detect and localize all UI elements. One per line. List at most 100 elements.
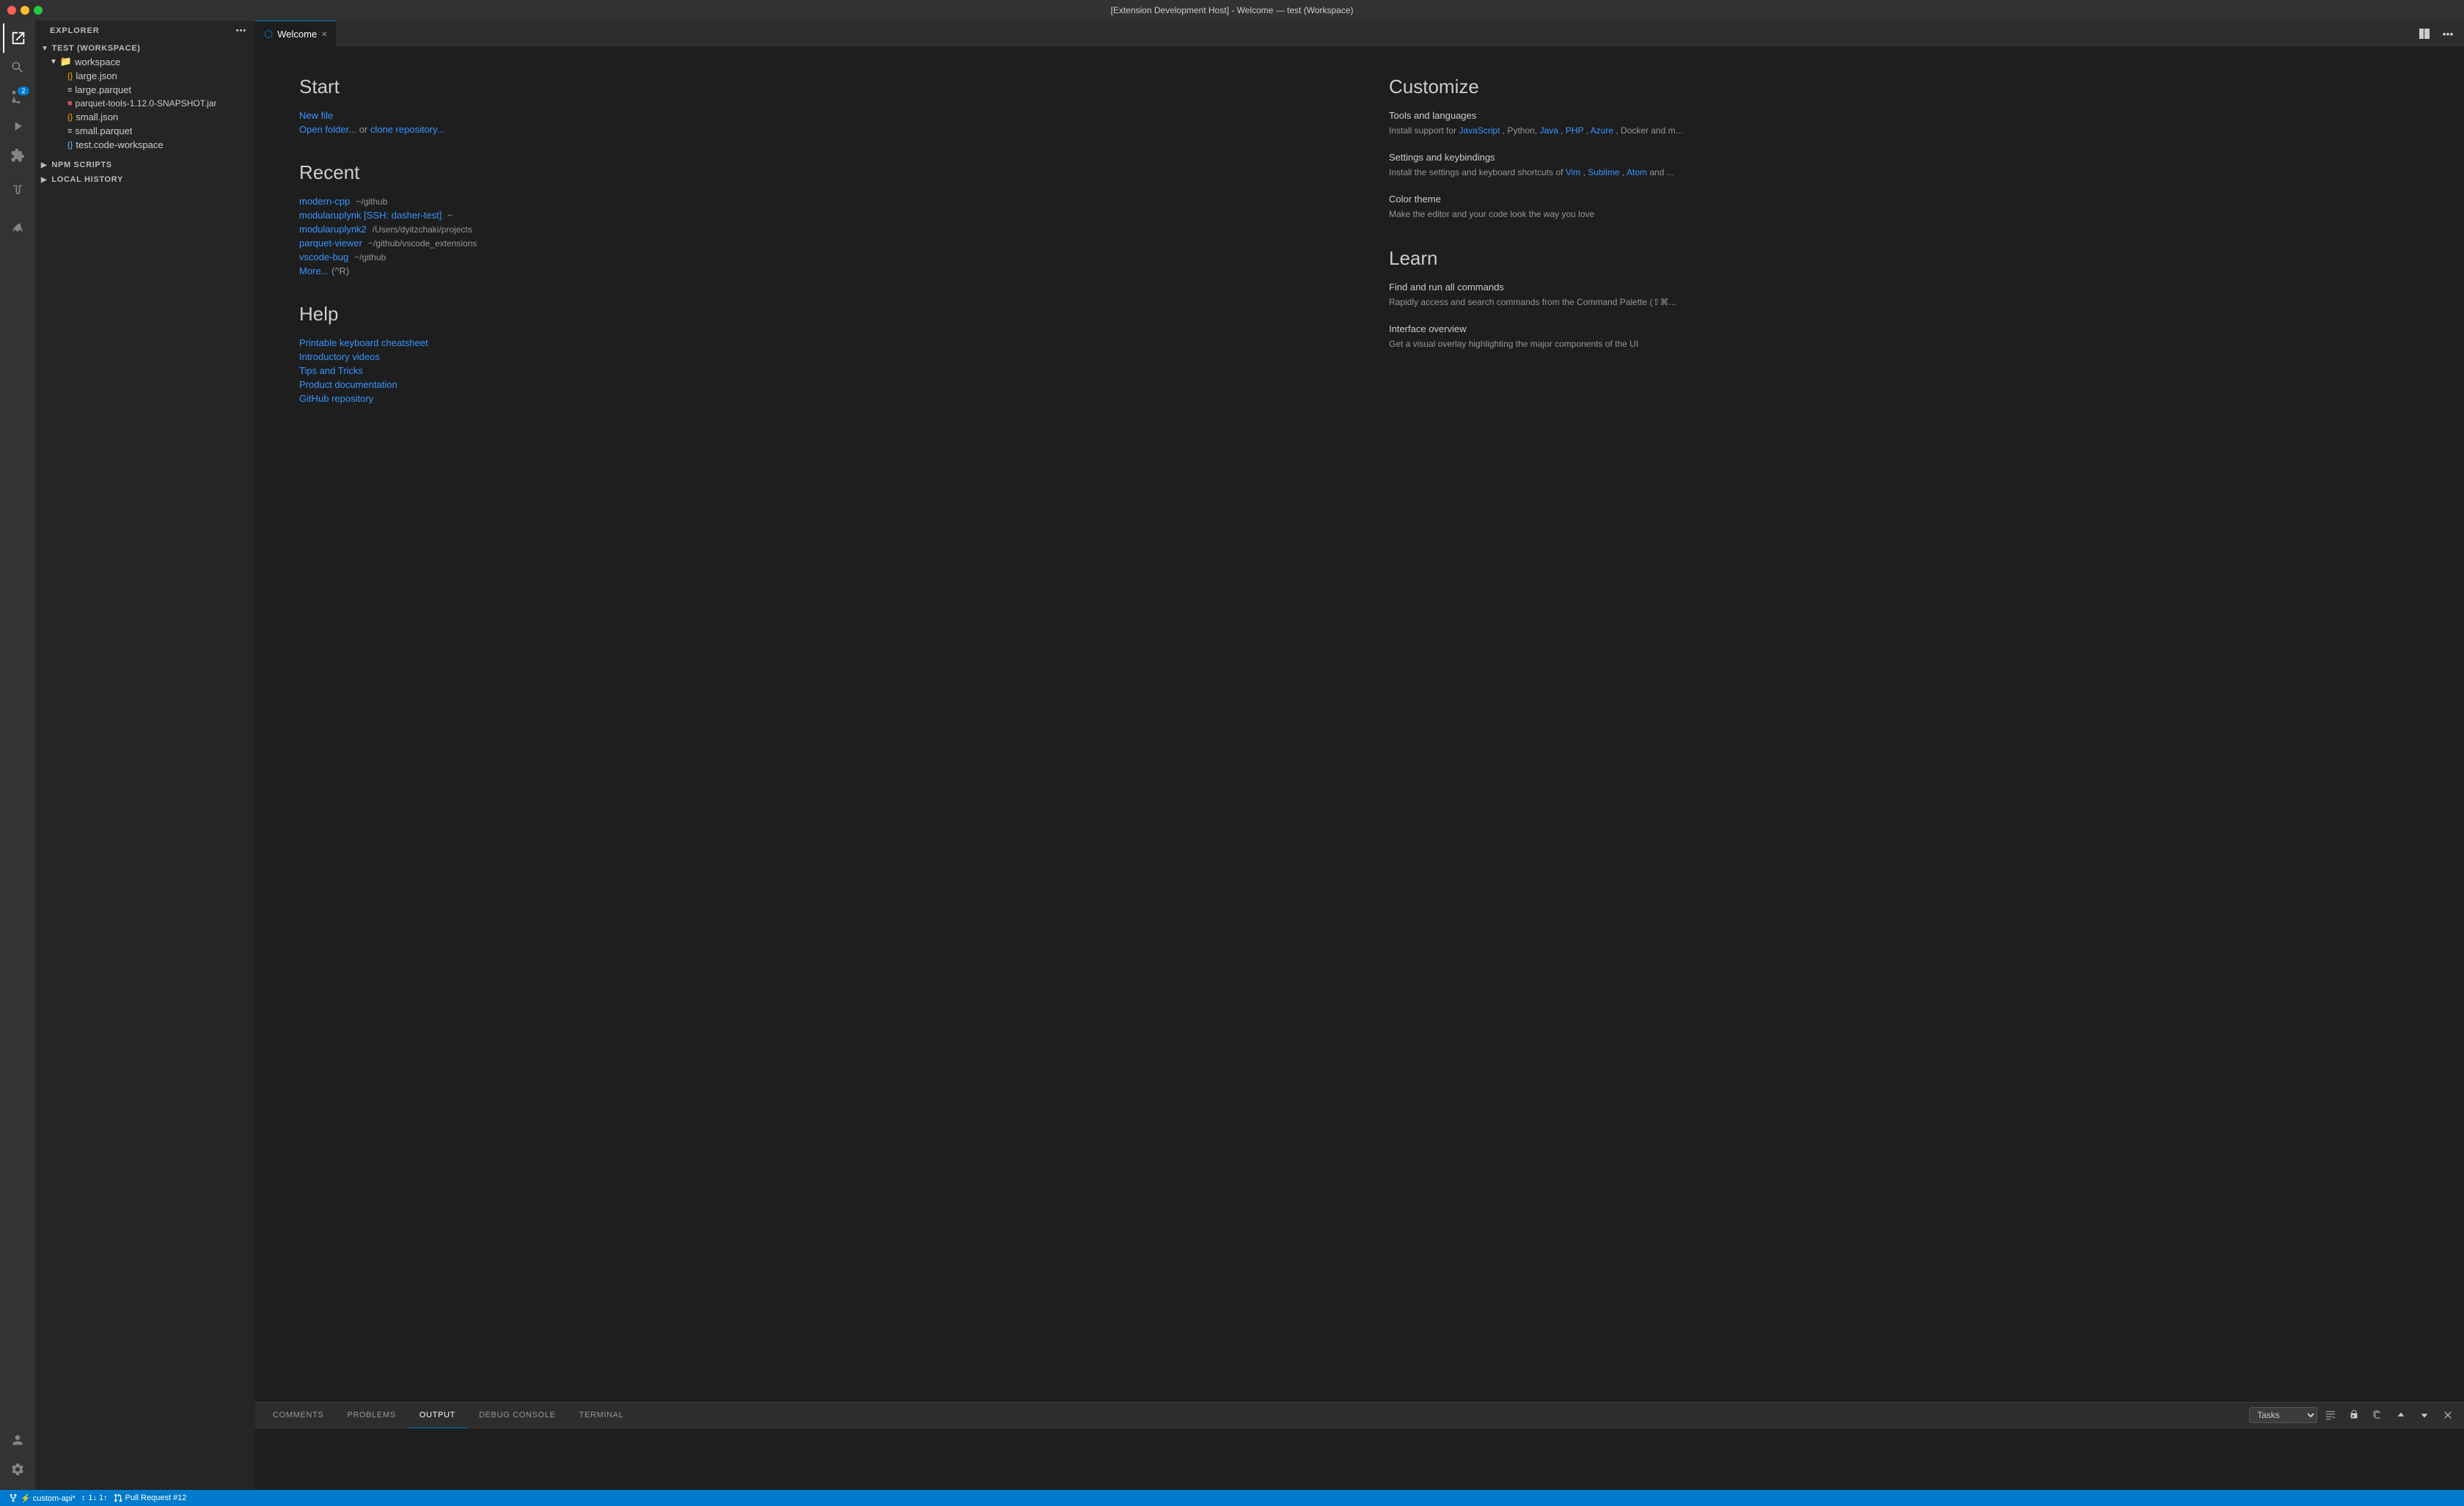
accounts-activity-icon[interactable] xyxy=(3,1425,32,1455)
recent-link-1[interactable]: modularuplynk [SSH: dasher-test] xyxy=(299,210,441,221)
file-large-parquet[interactable]: ≡ large.parquet xyxy=(35,83,255,97)
activity-bar-bottom xyxy=(3,1425,32,1490)
pr-status[interactable]: Pull Request #12 xyxy=(111,1494,190,1502)
npm-scripts-section[interactable]: ▶ NPM SCRIPTS xyxy=(35,158,255,172)
java-link[interactable]: Java xyxy=(1539,125,1558,136)
clone-repo-link[interactable]: clone repository... xyxy=(370,124,445,135)
terminal-tab[interactable]: TERMINAL xyxy=(568,1403,636,1428)
run-activity-icon[interactable] xyxy=(3,111,32,141)
minimize-button[interactable] xyxy=(21,6,29,15)
recent-link-0[interactable]: modern-cpp xyxy=(299,196,350,207)
panel-lock-icon[interactable] xyxy=(2344,1405,2364,1425)
settings-activity-icon[interactable] xyxy=(3,1455,32,1484)
recent-item-3: parquet-viewer ~/github/vscode_extension… xyxy=(299,238,1330,249)
search-activity-icon[interactable] xyxy=(3,53,32,82)
testing-activity-icon[interactable] xyxy=(3,176,32,205)
recent-item-4: vscode-bug ~/github xyxy=(299,251,1330,262)
file-test-workspace[interactable]: {} test.code-workspace xyxy=(35,138,255,152)
panel-lines-icon[interactable] xyxy=(2320,1405,2341,1425)
file-small-json[interactable]: {} small.json xyxy=(35,110,255,124)
workspace-root-label[interactable]: ▼ TEST (WORKSPACE) xyxy=(35,41,255,54)
recent-item-2: modularuplynk2 /Users/dyitzchaki/project… xyxy=(299,224,1330,235)
chevron-down-icon: ▼ xyxy=(41,45,49,53)
interface-overview-title: Interface overview xyxy=(1389,323,2420,334)
panel-copy-icon[interactable] xyxy=(2367,1405,2388,1425)
tips-tricks-link[interactable]: Tips and Tricks xyxy=(299,365,1330,376)
customize-theme: Color theme Make the editor and your cod… xyxy=(1389,194,2420,221)
file-label: parquet-tools-1.12.0-SNAPSHOT.jar xyxy=(76,98,217,109)
debug-console-tab-label: DEBUG CONSOLE xyxy=(479,1411,556,1419)
panel-scroll-up-icon[interactable] xyxy=(2391,1405,2411,1425)
settings-keybindings-title: Settings and keybindings xyxy=(1389,152,2420,163)
panel-source-select[interactable]: Tasks Git Extensions xyxy=(2249,1407,2317,1423)
sidebar-more-icon[interactable]: ••• xyxy=(236,26,246,35)
folder-icon: 📁 xyxy=(60,56,72,67)
file-parquet-tools[interactable]: ■ parquet-tools-1.12.0-SNAPSHOT.jar xyxy=(35,97,255,110)
comments-tab[interactable]: COMMENTS xyxy=(261,1403,335,1428)
file-large-json[interactable]: {} large.json xyxy=(35,69,255,83)
learn-commands: Find and run all commands Rapidly access… xyxy=(1389,282,2420,309)
vim-link[interactable]: Vim xyxy=(1566,167,1580,177)
js-link[interactable]: JavaScript xyxy=(1459,125,1500,136)
pr-label: Pull Request #12 xyxy=(125,1494,187,1502)
tools-languages-title: Tools and languages xyxy=(1389,110,2420,121)
tab-close-icon[interactable]: × xyxy=(321,29,327,39)
problems-tab[interactable]: PROBLEMS xyxy=(335,1403,407,1428)
branch-status[interactable]: ⚡ custom-api* xyxy=(6,1494,78,1503)
recent-link-2[interactable]: modularuplynk2 xyxy=(299,224,367,235)
tab-label: Welcome xyxy=(277,29,317,40)
recent-item-0: modern-cpp ~/github xyxy=(299,196,1330,207)
local-history-section[interactable]: ▶ LOCAL HISTORY xyxy=(35,172,255,187)
open-folder-link[interactable]: Open folder... xyxy=(299,124,356,135)
new-file-link[interactable]: New file xyxy=(299,110,1330,121)
explorer-activity-icon[interactable] xyxy=(3,23,32,53)
azure-link[interactable]: Azure xyxy=(1591,125,1613,136)
output-tab-label: OUTPUT xyxy=(419,1411,455,1419)
close-button[interactable] xyxy=(7,6,16,15)
intro-videos-link[interactable]: Introductory videos xyxy=(299,351,1330,362)
atom-link[interactable]: Atom xyxy=(1627,167,1647,177)
jar-file-icon: ■ xyxy=(67,99,73,108)
sidebar-title: Explorer xyxy=(50,26,100,35)
customize-settings: Settings and keybindings Install the set… xyxy=(1389,152,2420,179)
pr-icon xyxy=(114,1494,122,1502)
sync-status[interactable]: ↕ 1↓ 1↑ xyxy=(78,1494,111,1502)
chevron-down-folder-icon: ▼ xyxy=(50,58,57,66)
maximize-button[interactable] xyxy=(34,6,43,15)
recent-link-3[interactable]: parquet-viewer xyxy=(299,238,362,249)
welcome-right-column: Customize Tools and languages Install su… xyxy=(1389,76,2420,430)
source-control-activity-icon[interactable]: 2 xyxy=(3,82,32,111)
sidebar-header-actions: ••• xyxy=(236,26,246,35)
branch-icon xyxy=(9,1494,18,1502)
more-actions-icon[interactable]: ••• xyxy=(2438,23,2458,44)
terminal-tab-label: TERMINAL xyxy=(579,1411,624,1419)
output-tab[interactable]: OUTPUT xyxy=(408,1403,467,1428)
welcome-tab[interactable]: ⬡ Welcome × xyxy=(255,21,336,46)
product-docs-link[interactable]: Product documentation xyxy=(299,379,1330,390)
keyboard-cheatsheet-link[interactable]: Printable keyboard cheatsheet xyxy=(299,337,1330,348)
php-link[interactable]: PHP xyxy=(1566,125,1583,136)
sublime-link[interactable]: Sublime xyxy=(1588,167,1619,177)
recent-link-4[interactable]: vscode-bug xyxy=(299,251,348,262)
remote-activity-icon[interactable] xyxy=(3,211,32,240)
split-editor-icon[interactable] xyxy=(2414,23,2435,44)
main-container: 2 Explorer ••• xyxy=(0,21,2464,1490)
github-repo-link[interactable]: GitHub repository xyxy=(299,393,1330,404)
help-section: Help Printable keyboard cheatsheet Intro… xyxy=(299,303,1330,404)
tab-bar: ⬡ Welcome × ••• xyxy=(255,21,2464,46)
json-file-icon: {} xyxy=(67,72,73,81)
branch-name: ⚡ custom-api* xyxy=(21,1494,76,1503)
recent-path-1: ~ xyxy=(447,210,452,221)
panel-scroll-down-icon[interactable] xyxy=(2414,1405,2435,1425)
sync-count: 1↓ 1↑ xyxy=(88,1494,107,1502)
customize-title: Customize xyxy=(1389,76,2420,98)
recent-path-2: /Users/dyitzchaki/projects xyxy=(373,224,472,235)
extensions-activity-icon[interactable] xyxy=(3,141,32,170)
workspace-folder[interactable]: ▼ 📁 workspace xyxy=(35,54,255,69)
learn-interface: Interface overview Get a visual overlay … xyxy=(1389,323,2420,350)
file-label: test.code-workspace xyxy=(76,139,163,150)
more-recent-link[interactable]: More... xyxy=(299,265,329,276)
panel-close-icon[interactable] xyxy=(2438,1405,2458,1425)
file-small-parquet[interactable]: ≡ small.parquet xyxy=(35,124,255,138)
debug-console-tab[interactable]: DEBUG CONSOLE xyxy=(467,1403,568,1428)
